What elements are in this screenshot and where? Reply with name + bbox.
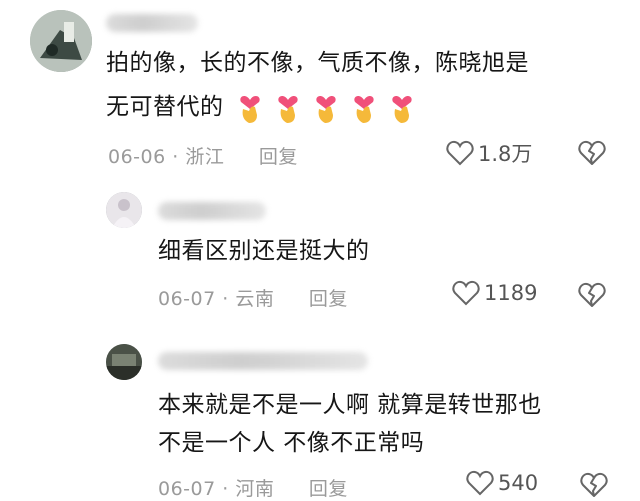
- finger-heart-icon: [278, 95, 298, 123]
- finger-heart-icon: [392, 95, 412, 123]
- avatar-image: [106, 192, 142, 228]
- emoji-row: [235, 91, 417, 125]
- avatar-image: [106, 344, 142, 380]
- comment-3: 本来就是不是一人啊 就算是转世那也 不是一个人 不像不正常吗 06-07 · 河…: [0, 330, 640, 500]
- reply-button[interactable]: 回复: [309, 288, 348, 310]
- comment-text-line-2-label: 无可替代的: [106, 94, 224, 120]
- heart-outline-icon: [466, 470, 494, 496]
- reply-button[interactable]: 回复: [309, 478, 348, 500]
- dislike-button[interactable]: [578, 282, 606, 308]
- like-button[interactable]: 1.8万: [446, 138, 532, 168]
- comment-meta: 06-07 · 河南 回复: [158, 474, 348, 501]
- comment-text-line-2: 不是一个人 不像不正常吗: [158, 430, 425, 456]
- comment-meta: 06-07 · 云南 回复: [158, 284, 348, 311]
- avatar[interactable]: [106, 192, 142, 228]
- broken-heart-icon: [578, 282, 606, 307]
- dislike-button[interactable]: [578, 140, 606, 166]
- username-blurred[interactable]: [158, 352, 368, 370]
- meta-separator: ·: [215, 478, 236, 500]
- broken-heart-icon: [580, 472, 608, 497]
- like-button[interactable]: 540: [466, 470, 538, 496]
- like-count: 1.8万: [478, 142, 533, 166]
- comment-2: 细看区别还是挺大的 06-07 · 云南 回复 1189: [0, 180, 640, 330]
- comment-location: 浙江: [185, 146, 225, 168]
- comment-location: 云南: [235, 288, 275, 310]
- meta-separator: ·: [165, 146, 186, 168]
- heart-outline-icon: [446, 140, 474, 166]
- like-button[interactable]: 1189: [452, 280, 537, 306]
- comment-meta: 06-06 · 浙江 回复: [108, 142, 298, 169]
- avatar[interactable]: [30, 10, 92, 72]
- comment-date: 06-07: [158, 478, 216, 500]
- comment-date: 06-06: [108, 146, 166, 168]
- comment-text-line-1: 拍的像，长的不像，气质不像，陈晓旭是: [106, 50, 529, 76]
- finger-heart-icon: [316, 95, 336, 123]
- dislike-button[interactable]: [580, 472, 608, 498]
- comment-text-line-1: 本来就是不是一人啊 就算是转世那也: [158, 392, 542, 418]
- username-blurred[interactable]: [106, 14, 198, 32]
- like-count: 1189: [484, 281, 538, 305]
- meta-separator: ·: [215, 288, 236, 310]
- comment-date: 06-07: [158, 288, 216, 310]
- finger-heart-icon: [240, 95, 260, 123]
- heart-outline-icon: [452, 280, 480, 306]
- avatar[interactable]: [106, 344, 142, 380]
- comment-1: 拍的像，长的不像，气质不像，陈晓旭是 无可替代的 06-06 · 浙江 回复 1…: [0, 0, 640, 180]
- comment-text-line-1: 细看区别还是挺大的: [158, 238, 370, 264]
- avatar-image: [30, 10, 92, 72]
- reply-button[interactable]: 回复: [259, 146, 298, 168]
- finger-heart-icon: [354, 95, 374, 123]
- comment-text-line-2: 无可替代的: [106, 88, 417, 126]
- username-blurred[interactable]: [158, 202, 266, 220]
- comment-location: 河南: [235, 478, 275, 500]
- broken-heart-icon: [578, 140, 606, 165]
- like-count: 540: [498, 471, 539, 495]
